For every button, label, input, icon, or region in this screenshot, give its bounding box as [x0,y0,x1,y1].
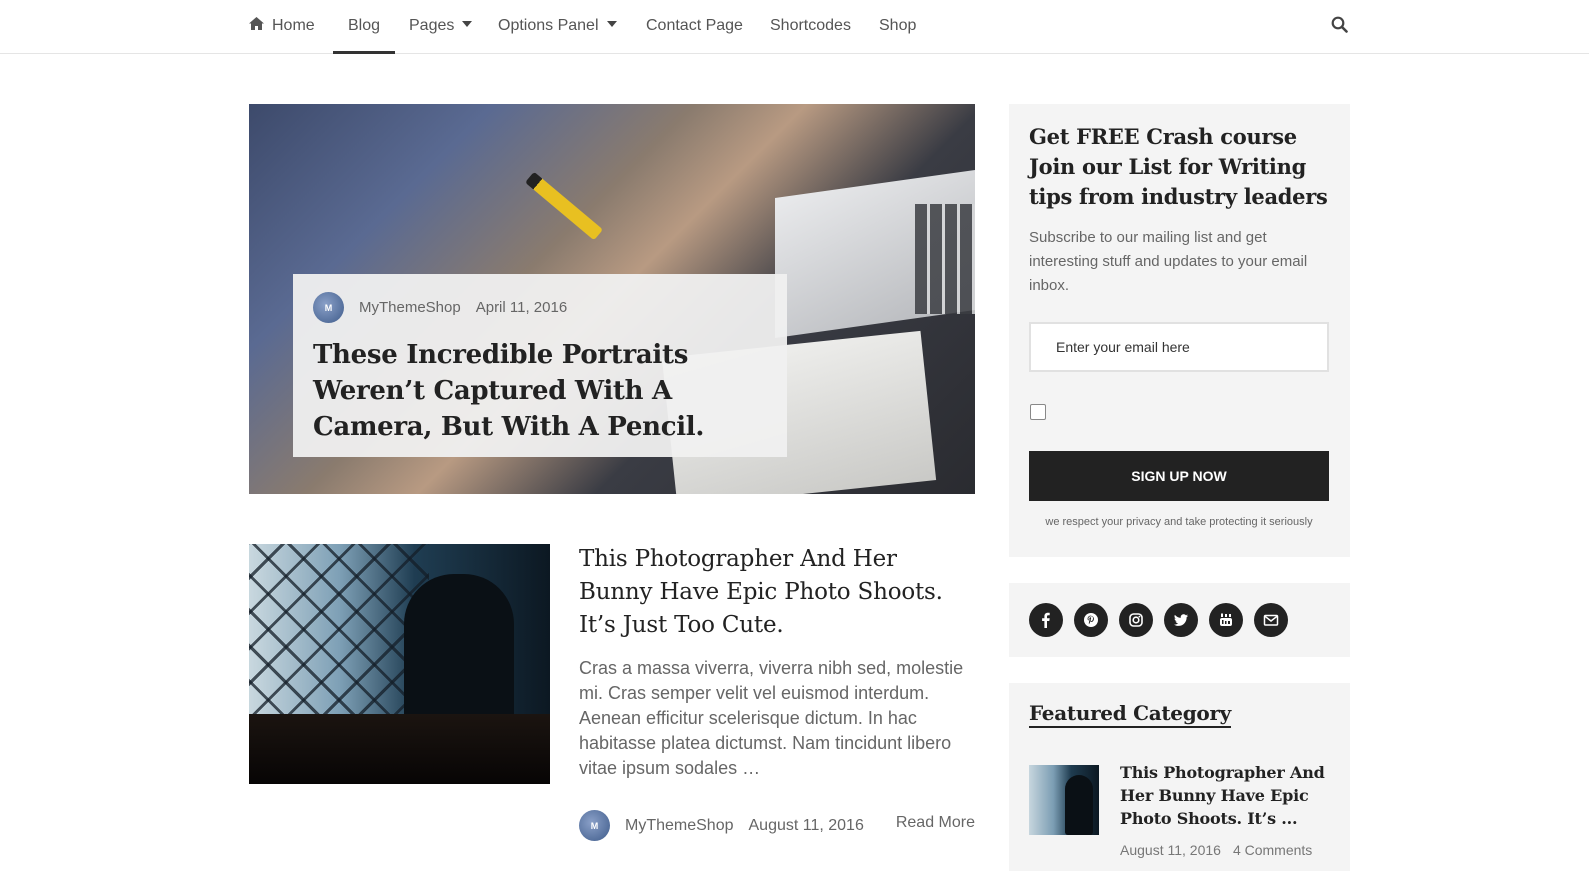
author-avatar[interactable]: M [313,292,344,323]
featured-post-card: M MyThemeShop April 11, 2016 These Incre… [293,274,787,457]
nav-item-label: Home [272,17,315,34]
facebook-link[interactable] [1029,603,1063,637]
facebook-icon [1042,612,1050,628]
email-field[interactable] [1029,322,1329,372]
post-meta: M MyThemeShop August 11, 2016 Read More [579,810,975,841]
post-meta: M MyThemeShop April 11, 2016 [313,292,767,323]
featured-post-link[interactable]: This Photographer And Her Bunny Have Epi… [1120,761,1335,830]
featured-post-date: August 11, 2016 [1120,842,1221,858]
post-author[interactable]: MyThemeShop [359,299,461,316]
instagram-icon [1129,613,1143,627]
caret-down-icon [462,20,473,27]
search-button[interactable] [1331,16,1351,36]
privacy-note: we respect your privacy and take protect… [1045,516,1313,528]
twitter-link[interactable] [1164,603,1198,637]
nav-item-label: Contact Page [646,17,743,34]
pinterest-link[interactable] [1074,603,1108,637]
post-author[interactable]: MyThemeShop [625,817,734,835]
nav-item-pages[interactable]: Pages [409,0,473,54]
author-avatar[interactable]: M [579,810,610,841]
subscribe-heading: Get FREE Crash course Join our List for … [1029,124,1328,209]
nav-item-label: Shop [879,17,917,34]
keyboard-graphic [915,204,975,314]
main-navigation: Home Blog Pages Options Panel Contact Pa… [0,0,1589,54]
featured-category-widget: Featured Category This Photographer And … [1009,683,1350,871]
featured-post-image[interactable]: M MyThemeShop April 11, 2016 These Incre… [249,104,975,494]
youtube-icon [1220,613,1232,626]
nav-item-shop[interactable]: Shop [879,0,916,54]
instagram-link[interactable] [1119,603,1153,637]
featured-category-heading: Featured Category [1029,701,1231,728]
post-date: April 11, 2016 [475,299,568,316]
featured-post-meta: August 11, 2016 4 Comments [1120,842,1312,858]
nav-item-label: Shortcodes [770,17,851,34]
subscribe-widget: Get FREE Crash course Join our List for … [1009,104,1350,557]
nav-item-blog[interactable]: Blog [332,0,396,54]
person-silhouette-graphic [1065,775,1093,835]
post-thumbnail[interactable] [249,544,550,784]
email-icon [1263,614,1279,626]
post-title[interactable]: This Photographer And Her Bunny Have Epi… [579,543,975,642]
read-more-link[interactable]: Read More [896,814,975,832]
subscribe-description: Subscribe to our mailing list and get in… [1029,229,1308,294]
typewriter-graphic [249,714,550,784]
nav-item-label: Pages [409,17,455,34]
featured-post-comments[interactable]: 4 Comments [1233,842,1312,858]
youtube-link[interactable] [1209,603,1243,637]
sign-up-button[interactable]: SIGN UP NOW [1029,451,1329,501]
nav-item-home[interactable]: Home [249,0,315,54]
social-widget [1009,583,1350,657]
featured-post-thumbnail[interactable] [1029,765,1099,835]
post-date: August 11, 2016 [748,816,864,834]
email-link[interactable] [1254,603,1288,637]
featured-post-title[interactable]: These Incredible Portraits Weren’t Captu… [313,337,767,445]
pencil-graphic [525,171,603,241]
window-lattice-graphic [249,544,429,714]
nav-item-label: Blog [348,17,381,34]
search-icon [1331,16,1348,33]
post-excerpt: Cras a massa viverra, viverra nibh sed, … [579,658,964,778]
home-icon [249,17,264,31]
twitter-icon [1174,614,1188,626]
nav-item-options-panel[interactable]: Options Panel [498,0,617,54]
nav-item-contact-page[interactable]: Contact Page [646,0,743,54]
pinterest-icon [1084,613,1098,627]
nav-item-label: Options Panel [498,17,599,34]
nav-item-shortcodes[interactable]: Shortcodes [770,0,851,54]
consent-checkbox[interactable] [1030,404,1046,420]
caret-down-icon [606,20,617,27]
